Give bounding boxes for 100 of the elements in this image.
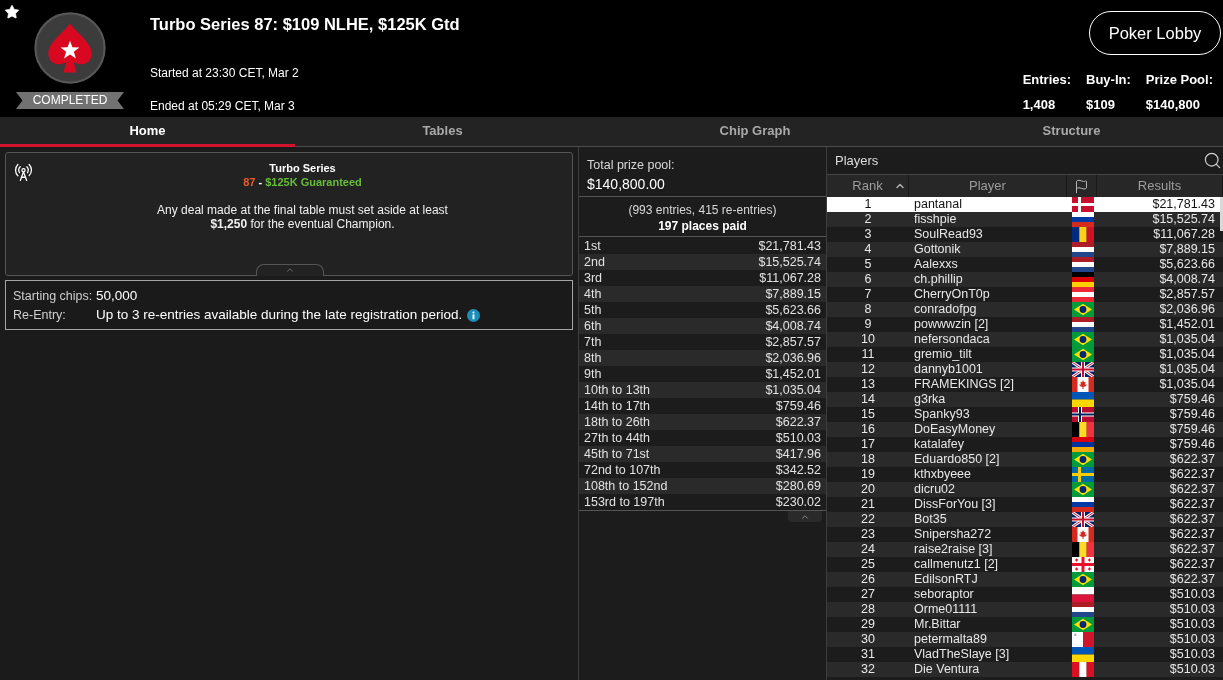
payout-amount: $15,525.74 bbox=[758, 254, 821, 270]
netherlands-flag-icon bbox=[1072, 242, 1094, 257]
poker-lobby-button[interactable]: Poker Lobby bbox=[1089, 11, 1221, 55]
payout-place: 7th bbox=[584, 334, 602, 350]
series-subtitle: 87 - $125K Guaranteed bbox=[243, 175, 362, 189]
player-name: raise2raise [3] bbox=[913, 542, 993, 557]
player-row[interactable]: 28 Orme01111 $510.03 bbox=[827, 602, 1223, 617]
player-row[interactable]: 30 petermalta89 $510.03 bbox=[827, 632, 1223, 647]
player-name: fisshpie bbox=[913, 212, 957, 227]
brazil-flag-icon bbox=[1072, 572, 1094, 587]
player-name: Die Ventura bbox=[913, 662, 980, 677]
player-row[interactable]: 26 EdilsonRTJ $622.37 bbox=[827, 572, 1223, 587]
player-name: SoulRead93 bbox=[913, 227, 983, 242]
russia-flag-icon bbox=[1072, 497, 1094, 512]
player-row[interactable]: 12 dannyb1001 $1,035.04 bbox=[827, 362, 1223, 377]
player-row[interactable]: 32 Die Ventura $510.03 bbox=[827, 662, 1223, 677]
result-cell-text: $510.03 bbox=[1169, 662, 1216, 677]
column-header[interactable]: Results bbox=[1137, 176, 1182, 196]
result-cell-text: $622.37 bbox=[1169, 512, 1216, 527]
start-time: Started at 23:30 CET, Mar 2 bbox=[150, 65, 299, 81]
payout-amount: $1,035.04 bbox=[765, 382, 821, 398]
entries-summary: (993 entries, 415 re-entries) bbox=[628, 202, 777, 218]
payout-amount: $280.69 bbox=[775, 478, 821, 494]
brazil-flag-icon bbox=[1072, 617, 1094, 632]
tab[interactable]: Chip Graph bbox=[590, 117, 920, 147]
scroll-thumb[interactable] bbox=[1220, 197, 1223, 231]
brazil-flag-icon bbox=[1072, 332, 1094, 347]
payout-amount: $1,452.01 bbox=[765, 366, 821, 382]
denmark-flag-icon bbox=[1072, 197, 1094, 212]
payout-place: 8th bbox=[584, 350, 602, 366]
belgium-flag-icon bbox=[1072, 542, 1094, 557]
result-cell-text: $11,067.28 bbox=[1153, 227, 1216, 242]
player-name: EdilsonRTJ bbox=[913, 572, 978, 587]
player-row[interactable]: 4 Gottonik $7,889.15 bbox=[827, 242, 1223, 257]
payout-place: 1st bbox=[584, 238, 601, 254]
rank-cell: 15 bbox=[861, 407, 875, 422]
rank-cell: 12 bbox=[861, 362, 875, 377]
canada-flag-icon bbox=[1072, 527, 1094, 542]
player-name: Snipersha272 bbox=[913, 527, 992, 542]
player-row[interactable]: 20 dicru02 $622.37 bbox=[827, 482, 1223, 497]
stat-label: Buy-In: bbox=[1086, 72, 1131, 88]
austria-flag-icon bbox=[1072, 287, 1094, 302]
player-row[interactable]: 8 conradofpg $2,036.96 bbox=[827, 302, 1223, 317]
poland-flag-icon bbox=[1072, 587, 1094, 602]
stat-value: $109 bbox=[1086, 97, 1116, 113]
column-header[interactable]: Rank bbox=[852, 176, 883, 196]
player-row[interactable]: 16 DoEasyMoney $759.46 bbox=[827, 422, 1223, 437]
player-row[interactable]: 2 fisshpie $15,525.74 bbox=[827, 212, 1223, 227]
player-name: Orme01111 bbox=[913, 602, 978, 617]
player-name: callmenutz1 [2] bbox=[913, 557, 999, 572]
places-paid: 197 places paid bbox=[658, 218, 747, 234]
brazil-flag-icon bbox=[1072, 302, 1094, 317]
player-row[interactable]: 1 pantanal $21,781.43 bbox=[827, 197, 1223, 212]
stat-label: Entries: bbox=[1022, 72, 1072, 88]
player-name: ch.phillip bbox=[913, 272, 963, 287]
payout-place: 108th to 152nd bbox=[584, 478, 668, 494]
rank-cell: 31 bbox=[861, 647, 875, 662]
rank-cell: 23 bbox=[861, 527, 875, 542]
player-row[interactable]: 6 ch.phillip $4,008.74 bbox=[827, 272, 1223, 287]
player-name: Gottonik bbox=[913, 242, 961, 257]
rank-cell: 32 bbox=[861, 662, 875, 677]
star-icon[interactable] bbox=[4, 4, 20, 20]
result-cell-text: $1,035.04 bbox=[1159, 347, 1216, 362]
info-icon[interactable] bbox=[467, 308, 481, 322]
column-header[interactable]: Player bbox=[969, 176, 1006, 196]
payout-amount: $417.96 bbox=[775, 446, 821, 462]
russia-flag-icon bbox=[1072, 212, 1094, 227]
rank-cell: 3 bbox=[864, 227, 872, 242]
result-cell-text: $510.03 bbox=[1169, 617, 1216, 632]
player-name: gremio_tilt bbox=[913, 347, 972, 362]
player-row[interactable]: 14 g3rka $759.46 bbox=[827, 392, 1223, 407]
rank-cell: 19 bbox=[861, 467, 875, 482]
malta-flag-icon bbox=[1072, 632, 1094, 647]
rank-cell: 24 bbox=[861, 542, 875, 557]
romania-flag-icon bbox=[1072, 227, 1094, 242]
result-cell-text: $1,452.01 bbox=[1159, 317, 1216, 332]
result-cell-text: $622.37 bbox=[1169, 497, 1216, 512]
tab[interactable]: Tables bbox=[295, 117, 590, 147]
rank-cell: 26 bbox=[861, 572, 875, 587]
canada-flag-icon bbox=[1072, 377, 1094, 392]
stat-value: $140,800 bbox=[1145, 97, 1202, 113]
player-row[interactable]: 10 nefersondaca $1,035.04 bbox=[827, 332, 1223, 347]
result-cell-text: $622.37 bbox=[1169, 527, 1216, 542]
player-name: CherryOnT0p bbox=[913, 287, 990, 302]
player-name: FRAMEKINGS [2] bbox=[913, 377, 1015, 392]
player-name: g3rka bbox=[913, 392, 946, 407]
end-time: Ended at 05:29 CET, Mar 3 bbox=[150, 98, 295, 114]
player-row[interactable]: 22 Bot35 $622.37 bbox=[827, 512, 1223, 527]
payout-place: 4th bbox=[584, 286, 602, 302]
search-icon[interactable] bbox=[1203, 151, 1222, 170]
tab[interactable]: Home bbox=[0, 117, 295, 147]
player-name: seboraptor bbox=[913, 587, 974, 602]
rank-cell: 2 bbox=[864, 212, 872, 227]
result-cell-text: $510.03 bbox=[1169, 587, 1216, 602]
player-row[interactable]: 24 raise2raise [3] $622.37 bbox=[827, 542, 1223, 557]
player-row[interactable]: 18 Eduardo850 [2] $622.37 bbox=[827, 452, 1223, 467]
player-name: Aalexxs bbox=[913, 257, 958, 272]
payout-place: 27th to 44th bbox=[584, 430, 651, 446]
tab[interactable]: Structure bbox=[920, 117, 1223, 147]
uk-flag-icon bbox=[1072, 362, 1094, 377]
